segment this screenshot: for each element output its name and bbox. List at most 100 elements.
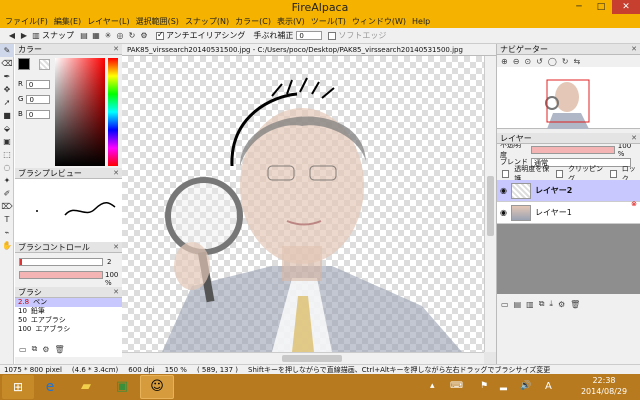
menu-select[interactable]: 選択範囲(S) (133, 16, 182, 28)
eraser-tool-icon[interactable]: ⌫ (0, 57, 14, 70)
duplicate-brush-icon[interactable]: ⧉ (32, 344, 38, 354)
flag-icon[interactable]: ⚑ (480, 381, 488, 391)
vertical-scrollbar[interactable] (484, 56, 496, 352)
rect-select-icon[interactable]: ⬚ (0, 148, 14, 161)
brush-settings-icon[interactable]: ⚙ (42, 345, 49, 354)
collapse-left-icon[interactable]: ◀ (6, 31, 18, 40)
g-input[interactable]: 0 (26, 94, 51, 104)
duplicate-layer-icon[interactable]: ⧉ (539, 299, 545, 309)
brush-item-pen[interactable]: 2.8 ペン (15, 298, 122, 307)
magic-wand-icon[interactable]: ✦ (0, 174, 14, 187)
menu-tool[interactable]: ツール(T) (308, 16, 349, 28)
layer-opacity-slider[interactable] (530, 146, 615, 154)
document-tab[interactable]: PAK85_virssearch20140531500.jpg - C:/Use… (122, 44, 496, 56)
antialias-checkbox[interactable] (156, 30, 164, 40)
brush-size-slider[interactable] (19, 258, 103, 266)
vertical-scroll-thumb[interactable] (487, 176, 494, 236)
fill-tool-icon[interactable]: ■ (0, 109, 14, 122)
menu-snap[interactable]: スナップ(N) (182, 16, 232, 28)
delete-brush-icon[interactable]: 🗑 (54, 345, 64, 354)
text-tool-icon[interactable]: T (0, 213, 14, 226)
soft-edge-checkbox[interactable] (328, 31, 337, 40)
ime-indicator[interactable]: A (545, 381, 552, 392)
pen-tool-icon[interactable]: ✎ (0, 44, 14, 57)
brush-item-airbrush-100[interactable]: 100 エアブラシ (15, 325, 122, 334)
new-layer-icon[interactable]: ▭ (501, 300, 509, 309)
color-picker-square[interactable] (55, 58, 105, 166)
snap-settings-icon[interactable]: ⚙ (138, 31, 150, 40)
transparent-color-swatch[interactable] (39, 59, 50, 70)
horizontal-scrollbar[interactable] (122, 352, 484, 364)
delete-layer-icon[interactable]: 🗑 (570, 300, 580, 309)
close-icon[interactable]: ✕ (113, 287, 119, 298)
clock-date[interactable]: 2014/08/29 (575, 387, 633, 396)
network-icon[interactable]: ▂ (500, 381, 507, 391)
store-icon[interactable]: ▣ (106, 375, 138, 399)
horizontal-scroll-thumb[interactable] (282, 355, 342, 362)
internet-explorer-icon[interactable]: e (34, 375, 66, 399)
clock-time[interactable]: 22:38 (575, 376, 633, 385)
close-icon[interactable]: ✕ (631, 44, 637, 55)
lasso-tool-icon[interactable]: ◌ (0, 161, 14, 174)
rotate-right-icon[interactable]: ↻ (562, 57, 569, 66)
keyboard-icon[interactable]: ⌨ (450, 381, 463, 391)
reset-icon[interactable]: ◯ (548, 57, 557, 66)
visibility-icon[interactable]: ◉ (500, 208, 507, 217)
clipping-checkbox[interactable] (555, 170, 563, 178)
snap-parallel-icon[interactable]: ▤ (78, 31, 90, 40)
firealpaca-taskbar-icon[interactable]: ☺ (140, 375, 174, 399)
snap-circle-icon[interactable]: ◎ (114, 31, 126, 40)
menu-view[interactable]: 表示(V) (274, 16, 308, 28)
zoom-fit-icon[interactable]: ⊙ (524, 57, 531, 66)
menu-window[interactable]: ウィンドウ(W) (349, 16, 409, 28)
hand-tool-icon[interactable]: ✋ (0, 239, 14, 252)
bucket-tool-icon[interactable]: ⬙ (0, 122, 14, 135)
new-1bit-layer-icon[interactable]: ▥ (526, 300, 534, 309)
close-icon[interactable]: ✕ (631, 133, 637, 144)
brush-opacity-slider[interactable] (19, 271, 103, 279)
snap-curve-icon[interactable]: ↻ (126, 31, 138, 40)
minimize-button[interactable]: ─ (568, 0, 590, 14)
r-input[interactable]: 0 (25, 79, 50, 89)
flip-icon[interactable]: ⇆ (573, 57, 580, 66)
b-input[interactable]: 0 (25, 109, 50, 119)
snap-cross-icon[interactable]: ▦ (90, 31, 102, 40)
snap-radial-icon[interactable]: ✳ (102, 31, 114, 40)
new-8bit-layer-icon[interactable]: ▤ (514, 300, 522, 309)
close-icon[interactable]: ✕ (113, 242, 119, 253)
menu-color[interactable]: カラー(C) (232, 16, 274, 28)
primary-color-swatch[interactable] (18, 58, 30, 70)
hue-slider[interactable] (108, 58, 118, 166)
volume-icon[interactable]: 🔊 (520, 381, 531, 391)
drawing-canvas[interactable] (122, 56, 484, 352)
layer-item[interactable]: ◉ レイヤー1 ⊗ (497, 200, 640, 224)
select-eraser-icon[interactable]: ⌦ (0, 200, 14, 213)
menu-edit[interactable]: 編集(E) (51, 16, 84, 28)
layer-settings-icon[interactable]: ⚙ (558, 300, 565, 309)
brush-item-pencil[interactable]: 10 鉛筆 (15, 307, 122, 316)
collapse-right-icon[interactable]: ▶ (18, 31, 30, 40)
merge-layer-icon[interactable]: ⤓ (549, 299, 553, 309)
zoom-in-icon[interactable]: ⊕ (501, 57, 508, 66)
gradient-tool-icon[interactable]: ▣ (0, 135, 14, 148)
lock-checkbox[interactable] (609, 170, 617, 178)
file-explorer-icon[interactable]: ▰ (70, 375, 102, 399)
maximize-button[interactable]: □ (590, 0, 612, 14)
dot-tool-icon[interactable]: ✒ (0, 70, 14, 83)
snap-off-icon[interactable]: ▥ (30, 31, 42, 40)
zoom-out-icon[interactable]: ⊖ (513, 57, 520, 66)
close-button[interactable]: ✕ (612, 0, 640, 14)
visibility-icon[interactable]: ◉ (500, 186, 507, 195)
rotate-left-icon[interactable]: ↺ (536, 57, 543, 66)
close-icon[interactable]: ✕ (113, 44, 119, 55)
stabilizer-select[interactable]: 0 (296, 31, 323, 40)
new-brush-icon[interactable]: ▭ (19, 345, 27, 354)
menu-help[interactable]: Help (409, 16, 433, 28)
protect-alpha-checkbox[interactable] (502, 170, 510, 178)
brush-item-airbrush-50[interactable]: 50 エアブラシ (15, 316, 122, 325)
menu-file[interactable]: ファイル(F) (2, 16, 51, 28)
notification-icon[interactable]: ▴ (430, 381, 435, 391)
menu-layer[interactable]: レイヤー(L) (84, 16, 132, 28)
close-icon[interactable]: ✕ (113, 168, 119, 179)
select-pen-icon[interactable]: ✐ (0, 187, 14, 200)
